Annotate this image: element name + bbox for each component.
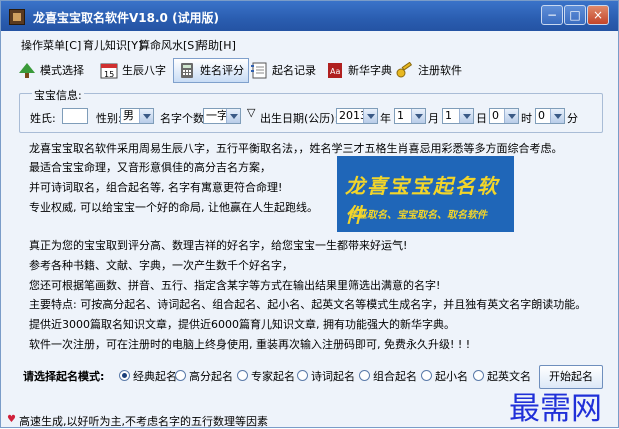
toolbar-record-button[interactable]: 起名记录 bbox=[245, 58, 321, 83]
status-text: 高速生成,以好听为主,不考虑名字的五行数理等因素 bbox=[19, 415, 268, 428]
menu-fortune[interactable]: 算命风水[S] bbox=[139, 37, 199, 53]
chevron-down-icon bbox=[226, 109, 240, 123]
chevron-down-icon bbox=[459, 109, 473, 123]
gender-value: 男 bbox=[123, 109, 134, 122]
banner-subtitle: 专业取名、宝宝取名、取名软件 bbox=[347, 210, 487, 221]
window-title: 龙喜宝宝取名软件V18.0 (试用版) bbox=[33, 11, 220, 25]
toolbar-register-button[interactable]: 注册软件 bbox=[391, 58, 467, 83]
toolbar-bazi-label: 生辰八字 bbox=[122, 64, 166, 77]
year-unit: 年 bbox=[380, 112, 391, 125]
gender-select[interactable]: 男 bbox=[120, 108, 154, 124]
feature-line: 提供近3000篇取名知识文章，提供近6000篇育儿知识文章, 拥有功能强大的新华… bbox=[29, 318, 455, 331]
feature-line: 参考各种书籍、文献、字典，一次产生数千个好名字， bbox=[29, 259, 293, 272]
namecount-select[interactable]: 一字 bbox=[203, 108, 241, 124]
radio-combo-label[interactable]: 组合起名 bbox=[373, 368, 417, 384]
intro-line: 最适合宝宝命理，又音形意俱佳的高分吉名方案， bbox=[29, 161, 271, 174]
day-unit: 日 bbox=[476, 112, 487, 125]
baby-info-legend: 宝宝信息: bbox=[32, 87, 84, 103]
toolbar-register-label: 注册软件 bbox=[418, 64, 462, 77]
app-logo-icon bbox=[9, 9, 25, 25]
calendar-icon: 15 bbox=[100, 63, 118, 79]
namecount-label: 名字个数: bbox=[160, 112, 208, 125]
feature-line: 主要特点: 可按高分起名、诗词起名、组合起名、起小名、起英文名等模式生成名字，并… bbox=[29, 298, 587, 311]
baby-info-group: 宝宝信息: 姓氏: 性别: 男 名字个数: 一字 ▽ 出生日期(公历): 201… bbox=[19, 87, 603, 133]
radio-combo[interactable] bbox=[359, 370, 370, 381]
gender-label: 性别: bbox=[96, 112, 122, 125]
radio-english-label[interactable]: 起英文名 bbox=[487, 368, 531, 384]
chevron-down-icon bbox=[550, 109, 564, 123]
radio-poetry[interactable] bbox=[297, 370, 308, 381]
radio-poetry-label[interactable]: 诗词起名 bbox=[311, 368, 355, 384]
month-select[interactable]: 1 bbox=[394, 108, 426, 124]
toolbar-score-label: 姓名评分 bbox=[200, 64, 244, 77]
svg-text:15: 15 bbox=[104, 70, 114, 79]
intro-line: 龙喜宝宝取名软件采用周易生辰八字，五行平衡取名法，，姓名学三才五格生肖喜忌用彩悉… bbox=[29, 142, 563, 155]
month-unit: 月 bbox=[428, 112, 439, 125]
heart-icon: ♥ bbox=[7, 414, 16, 425]
radio-nickname-label[interactable]: 起小名 bbox=[435, 368, 468, 384]
hour-select[interactable]: 0 bbox=[489, 108, 519, 124]
chevron-down-icon bbox=[411, 109, 425, 123]
day-select[interactable]: 1 bbox=[442, 108, 474, 124]
close-button[interactable]: × bbox=[587, 5, 609, 25]
radio-expert[interactable] bbox=[237, 370, 248, 381]
radio-expert-label[interactable]: 专家起名 bbox=[251, 368, 295, 384]
month-value: 1 bbox=[397, 109, 404, 122]
hour-unit: 时 bbox=[521, 112, 532, 125]
day-value: 1 bbox=[445, 109, 452, 122]
toolbar-dictionary-button[interactable]: Aa 新华字典 bbox=[321, 58, 397, 83]
title-bar[interactable]: 龙喜宝宝取名软件V18.0 (试用版) − □ × bbox=[1, 1, 618, 31]
radio-english[interactable] bbox=[473, 370, 484, 381]
menu-parenting[interactable]: 育儿知识[Y] bbox=[83, 37, 142, 53]
minute-value: 0 bbox=[538, 109, 545, 122]
menu-operate[interactable]: 操作菜单[C] bbox=[21, 37, 81, 53]
promo-banner: 龙喜宝宝起名软件 专业取名、宝宝取名、取名软件 bbox=[337, 156, 514, 232]
intro-line: 并可诗词取名，组合起名等, 名字有寓意更符合命理! bbox=[29, 181, 283, 194]
feature-line: 您还可根据笔画数、拼音、五行、指定含某字等方式在输出结果里筛选出满意的名字! bbox=[29, 279, 441, 292]
tree-icon bbox=[19, 63, 35, 78]
triangle-mark: ▽ bbox=[247, 106, 256, 119]
radio-high-score-label[interactable]: 高分起名 bbox=[189, 368, 233, 384]
menu-help[interactable]: 帮助[H] bbox=[197, 37, 236, 53]
feature-line: 真正为您的宝宝取到评分高、数理吉祥的好名字，给您宝宝一生都带来好运气! bbox=[29, 239, 408, 252]
year-select[interactable]: 2013 bbox=[336, 108, 378, 124]
svg-text:Aa: Aa bbox=[330, 67, 340, 76]
radio-high-score[interactable] bbox=[175, 370, 186, 381]
intro-line: 专业权威, 可以给宝宝一个好的命局, 让他赢在人生起跑线。 bbox=[29, 201, 318, 214]
surname-label: 姓氏: bbox=[30, 112, 56, 125]
minute-select[interactable]: 0 bbox=[535, 108, 565, 124]
minute-unit: 分 bbox=[567, 112, 578, 125]
app-window: 龙喜宝宝取名软件V18.0 (试用版) − □ × 操作菜单[C] 育儿知识[Y… bbox=[0, 0, 619, 428]
toolbar-mode-button[interactable]: 模式选择 bbox=[13, 58, 89, 83]
chevron-down-icon bbox=[139, 109, 153, 123]
chevron-down-icon bbox=[363, 109, 377, 123]
maximize-button[interactable]: □ bbox=[564, 5, 586, 25]
calculator-icon bbox=[181, 63, 193, 78]
minimize-button[interactable]: − bbox=[541, 5, 563, 25]
radio-nickname[interactable] bbox=[421, 370, 432, 381]
notebook-icon bbox=[251, 62, 267, 79]
watermark: 最需网 bbox=[509, 391, 602, 427]
radio-classic-label[interactable]: 经典起名 bbox=[133, 368, 177, 384]
toolbar-score-button[interactable]: 姓名评分 bbox=[173, 58, 249, 83]
dictionary-icon: Aa bbox=[328, 63, 342, 78]
surname-input[interactable] bbox=[62, 108, 88, 124]
hour-value: 0 bbox=[492, 109, 499, 122]
toolbar-bazi-button[interactable]: 15 生辰八字 bbox=[95, 58, 171, 83]
feature-line: 软件一次注册，可在注册时的电脑上终身使用, 重装再次输入注册码即可, 免费永久升… bbox=[29, 338, 471, 351]
chevron-down-icon bbox=[504, 109, 518, 123]
mode-label: 请选择起名模式: bbox=[23, 370, 105, 383]
toolbar-mode-label: 模式选择 bbox=[40, 64, 84, 77]
toolbar-record-label: 起名记录 bbox=[272, 64, 316, 77]
radio-classic[interactable] bbox=[119, 370, 130, 381]
toolbar-dictionary-label: 新华字典 bbox=[348, 64, 392, 77]
key-icon bbox=[396, 62, 413, 78]
namecount-value: 一字 bbox=[206, 109, 228, 122]
birth-date-label: 出生日期(公历): bbox=[260, 112, 339, 125]
toolbar: 模式选择 15 生辰八字 姓名评分 起名记录 Aa 新华字典 注册软件 bbox=[11, 56, 611, 84]
